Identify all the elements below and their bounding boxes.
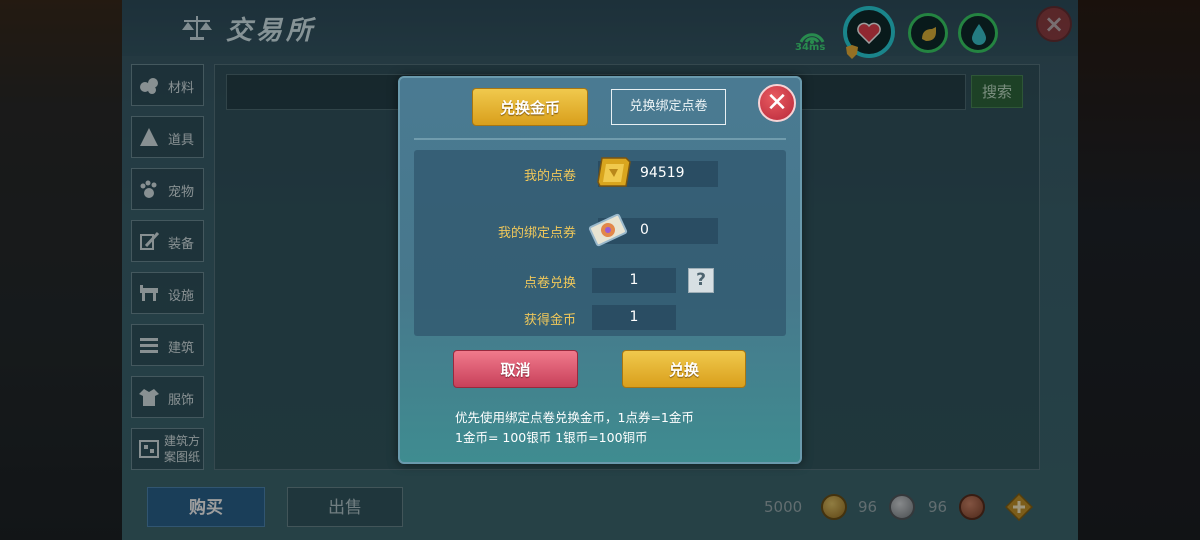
obtained-gold-value: 1 (592, 305, 676, 330)
points-card-icon (597, 157, 631, 187)
my-points-label: 我的点卷 (523, 169, 576, 184)
obtained-gold-label: 获得金币 (523, 313, 576, 328)
bound-ticket-icon (588, 213, 628, 247)
divider (414, 138, 786, 140)
exchange-amount-input[interactable]: 1 (592, 268, 676, 293)
exchange-amount-label: 点卷兑换 (523, 276, 576, 291)
help-button[interactable]: ? (688, 268, 714, 293)
tab-exchange-bound-points[interactable]: 兑换绑定点卷 (611, 89, 726, 125)
close-dialog-button[interactable]: ✕ (758, 84, 796, 122)
tab-exchange-gold[interactable]: 兑换金币 (472, 88, 588, 126)
exchange-note-line2: 1金币= 100银币 1银币=100铜币 (455, 430, 648, 445)
my-bound-points-label: 我的绑定点券 (497, 226, 576, 241)
cancel-button[interactable]: 取消 (453, 350, 578, 388)
exchange-note-line1: 优先使用绑定点卷兑换金币，1点券=1金币 (455, 410, 694, 425)
exchange-button[interactable]: 兑换 (622, 350, 746, 388)
